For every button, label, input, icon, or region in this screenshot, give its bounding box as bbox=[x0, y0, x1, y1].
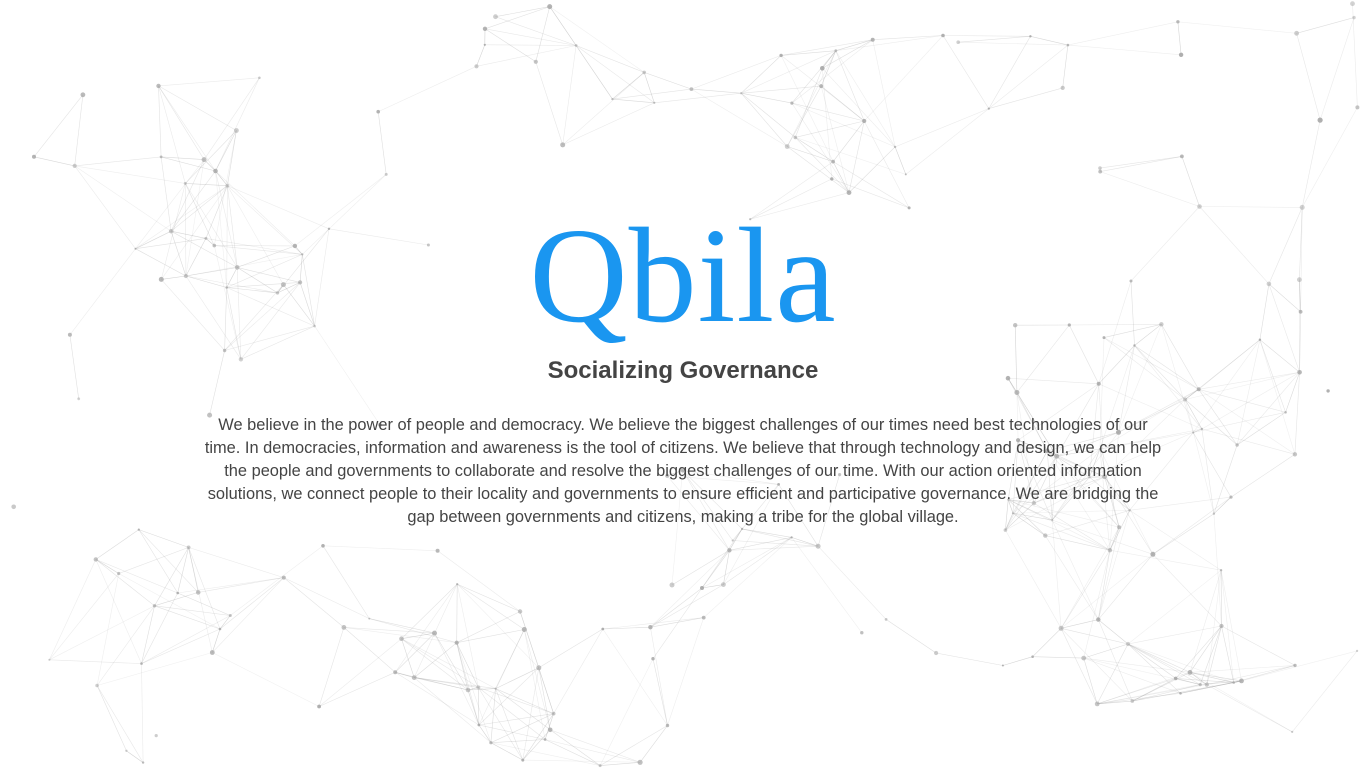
mission-statement: We believe in the power of people and de… bbox=[204, 416, 1162, 526]
hero-section: Qbila Socializing Governance We believe … bbox=[0, 0, 1366, 768]
page-background: Qbila Socializing Governance We believe … bbox=[0, 0, 1366, 768]
brand-logo-text: Qbila bbox=[529, 201, 837, 351]
tagline: Socializing Governance bbox=[547, 357, 819, 384]
